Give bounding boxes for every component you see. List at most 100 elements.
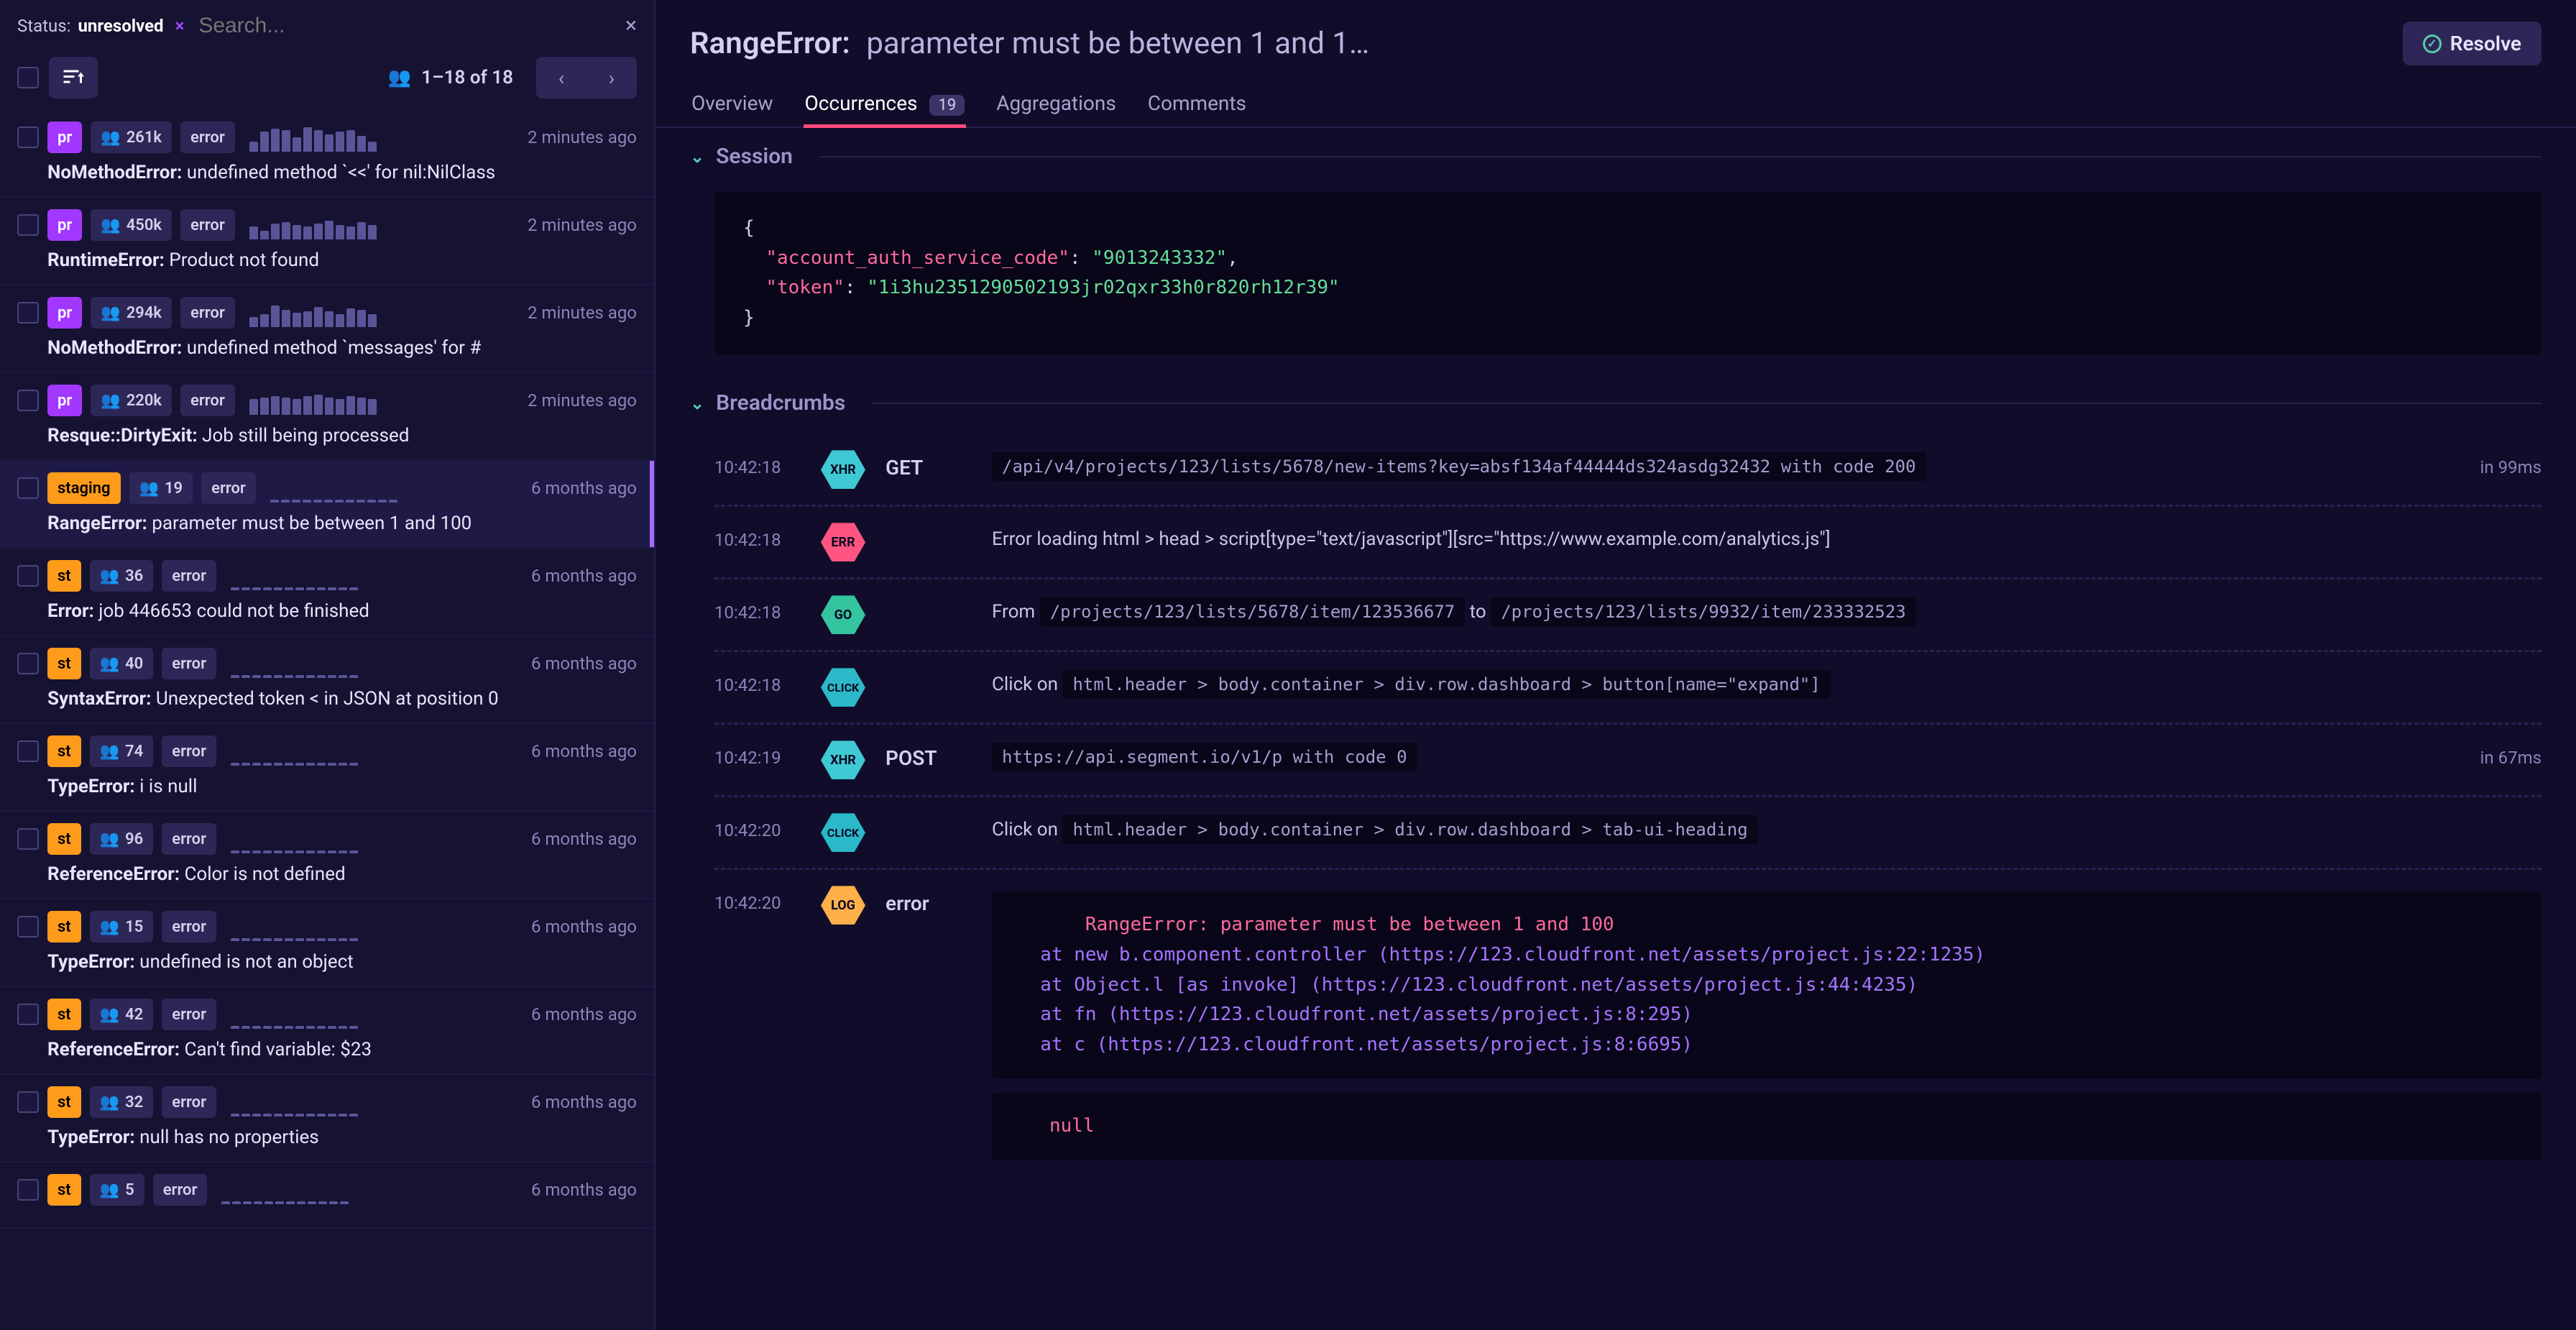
issue-row[interactable]: st👥36error6 months agoError: job 446653 … — [0, 549, 654, 636]
issue-row[interactable]: st👥42error6 months agoReferenceError: Ca… — [0, 987, 654, 1075]
tab-comments[interactable]: Comments — [1146, 80, 1248, 127]
detail-scroll[interactable]: ⌄ Session { "account_auth_service_code":… — [656, 128, 2576, 1330]
issue-checkbox[interactable] — [17, 1004, 39, 1025]
remove-filter-icon[interactable]: × — [171, 16, 189, 36]
people-icon: 👥 — [100, 743, 119, 761]
issue-checkbox[interactable] — [17, 828, 39, 850]
count-badge: 👥294k — [91, 297, 172, 329]
histogram — [231, 912, 358, 941]
issue-checkbox[interactable] — [17, 740, 39, 762]
issue-row[interactable]: st👥40error6 months agoSyntaxError: Unexp… — [0, 636, 654, 724]
select-all-checkbox[interactable] — [17, 67, 39, 88]
time-ago: 6 months ago — [531, 566, 637, 586]
time-ago: 2 minutes ago — [528, 215, 637, 235]
issue-checkbox[interactable] — [17, 302, 39, 324]
session-section-toggle[interactable]: ⌄ Session — [690, 128, 2542, 180]
crumb-method — [886, 523, 972, 528]
time-ago: 2 minutes ago — [528, 127, 637, 147]
crumb-body: Click on html.header > body.container > … — [992, 668, 2542, 695]
issue-checkbox[interactable] — [17, 1091, 39, 1113]
crumb-time: 10:42:18 — [714, 523, 801, 550]
issue-checkbox[interactable] — [17, 916, 39, 937]
issue-row[interactable]: st👥32error6 months agoTypeError: null ha… — [0, 1075, 654, 1162]
issue-checkbox[interactable] — [17, 477, 39, 499]
issue-row[interactable]: st👥15error6 months agoTypeError: undefin… — [0, 899, 654, 987]
resolve-button[interactable]: ✓ Resolve — [2403, 22, 2542, 65]
issue-checkbox[interactable] — [17, 390, 39, 411]
crumb-body: /api/v4/projects/123/lists/5678/new-item… — [992, 450, 2460, 477]
crumb-method: GET — [886, 450, 972, 480]
env-badge: staging — [47, 472, 121, 504]
breadcrumb-row: 10:42:18XHRGET/api/v4/projects/123/lists… — [714, 434, 2542, 507]
issue-summary: RangeError: parameter must be between 1 … — [47, 513, 637, 534]
crumb-xhr-icon: XHR — [821, 450, 865, 489]
count-badge: 👥220k — [91, 385, 172, 416]
tab-overview[interactable]: Overview — [690, 80, 775, 127]
issue-row[interactable]: pr👥220kerror2 minutes agoResque::DirtyEx… — [0, 373, 654, 461]
next-page-button[interactable]: › — [586, 57, 637, 98]
time-ago: 2 minutes ago — [528, 390, 637, 411]
count-badge: 👥96 — [90, 823, 154, 855]
people-icon: 👥 — [100, 567, 119, 585]
page-count: 👥 1–18 of 18 — [387, 67, 513, 88]
count-badge: 👥15 — [90, 911, 154, 943]
env-badge: st — [47, 735, 81, 767]
people-icon: 👥 — [100, 655, 119, 673]
env-badge: pr — [47, 297, 82, 329]
issue-summary: TypeError: undefined is not an object — [47, 951, 637, 973]
prev-page-button[interactable]: ‹ — [536, 57, 586, 98]
env-badge: pr — [47, 385, 82, 416]
histogram — [231, 649, 358, 678]
issue-row[interactable]: st👥5error6 months ago — [0, 1162, 654, 1229]
env-badge: st — [47, 1174, 81, 1206]
crumb-time: 10:42:18 — [714, 595, 801, 623]
clear-search-icon[interactable]: × — [625, 13, 637, 38]
histogram — [249, 123, 377, 152]
people-icon: 👥 — [100, 1181, 119, 1199]
crumb-time: 10:42:20 — [714, 886, 801, 913]
histogram — [231, 1088, 358, 1116]
issue-checkbox[interactable] — [17, 1179, 39, 1201]
crumb-body: https://api.segment.io/v1/p with code 0 — [992, 740, 2460, 768]
level-badge: error — [162, 823, 216, 855]
search-input[interactable] — [198, 14, 615, 38]
tab-occurrences[interactable]: Occurrences 19 — [804, 80, 967, 127]
env-badge: st — [47, 648, 81, 679]
issue-checkbox[interactable] — [17, 127, 39, 148]
issue-row[interactable]: pr👥261kerror2 minutes agoNoMethodError: … — [0, 110, 654, 198]
issue-row[interactable]: st👥74error6 months agoTypeError: i is nu… — [0, 724, 654, 812]
check-circle-icon: ✓ — [2423, 35, 2442, 53]
issue-summary: Resque::DirtyExit: Job still being proce… — [47, 425, 637, 446]
breadcrumbs-section-toggle[interactable]: ⌄ Breadcrumbs — [690, 375, 2542, 427]
breadcrumb-chip: /api/v4/projects/123/lists/5678/new-item… — [992, 452, 1926, 481]
histogram — [231, 1000, 358, 1029]
histogram — [231, 825, 358, 853]
issue-checkbox[interactable] — [17, 565, 39, 587]
people-icon: 👥 — [101, 216, 120, 234]
issue-checkbox[interactable] — [17, 653, 39, 674]
status-filter-chip[interactable]: Status: unresolved × — [17, 16, 188, 36]
env-badge: st — [47, 911, 81, 943]
people-icon: 👥 — [101, 304, 120, 322]
issue-row[interactable]: pr👥450kerror2 minutes agoRuntimeError: P… — [0, 198, 654, 285]
issue-summary: TypeError: i is null — [47, 776, 637, 797]
crumb-go-icon: GO — [821, 595, 865, 634]
issue-summary: Error: job 446653 could not be finished — [47, 600, 637, 622]
chevron-down-icon: ⌄ — [690, 393, 704, 413]
issue-checkbox[interactable] — [17, 214, 39, 236]
issue-summary: RuntimeError: Product not found — [47, 249, 637, 271]
histogram — [231, 561, 358, 590]
crumb-click-icon: CLICK — [821, 813, 865, 852]
issue-list[interactable]: pr👥261kerror2 minutes agoNoMethodError: … — [0, 110, 654, 1330]
issue-row[interactable]: staging👥19error6 months agoRangeError: p… — [0, 461, 654, 549]
sort-button[interactable] — [49, 57, 98, 98]
issue-row[interactable]: pr👥294kerror2 minutes agoNoMethodError: … — [0, 285, 654, 373]
env-badge: st — [47, 823, 81, 855]
tab-aggregations[interactable]: Aggregations — [995, 80, 1118, 127]
page-nav: ‹ › — [536, 57, 637, 98]
issue-summary: SyntaxError: Unexpected token < in JSON … — [47, 688, 637, 710]
stacktrace-box: RangeError: parameter must be between 1 … — [992, 891, 2542, 1078]
level-badge: error — [153, 1174, 208, 1206]
issue-row[interactable]: st👥96error6 months agoReferenceError: Co… — [0, 812, 654, 899]
crumb-body: From /projects/123/lists/5678/item/12353… — [992, 595, 2542, 623]
